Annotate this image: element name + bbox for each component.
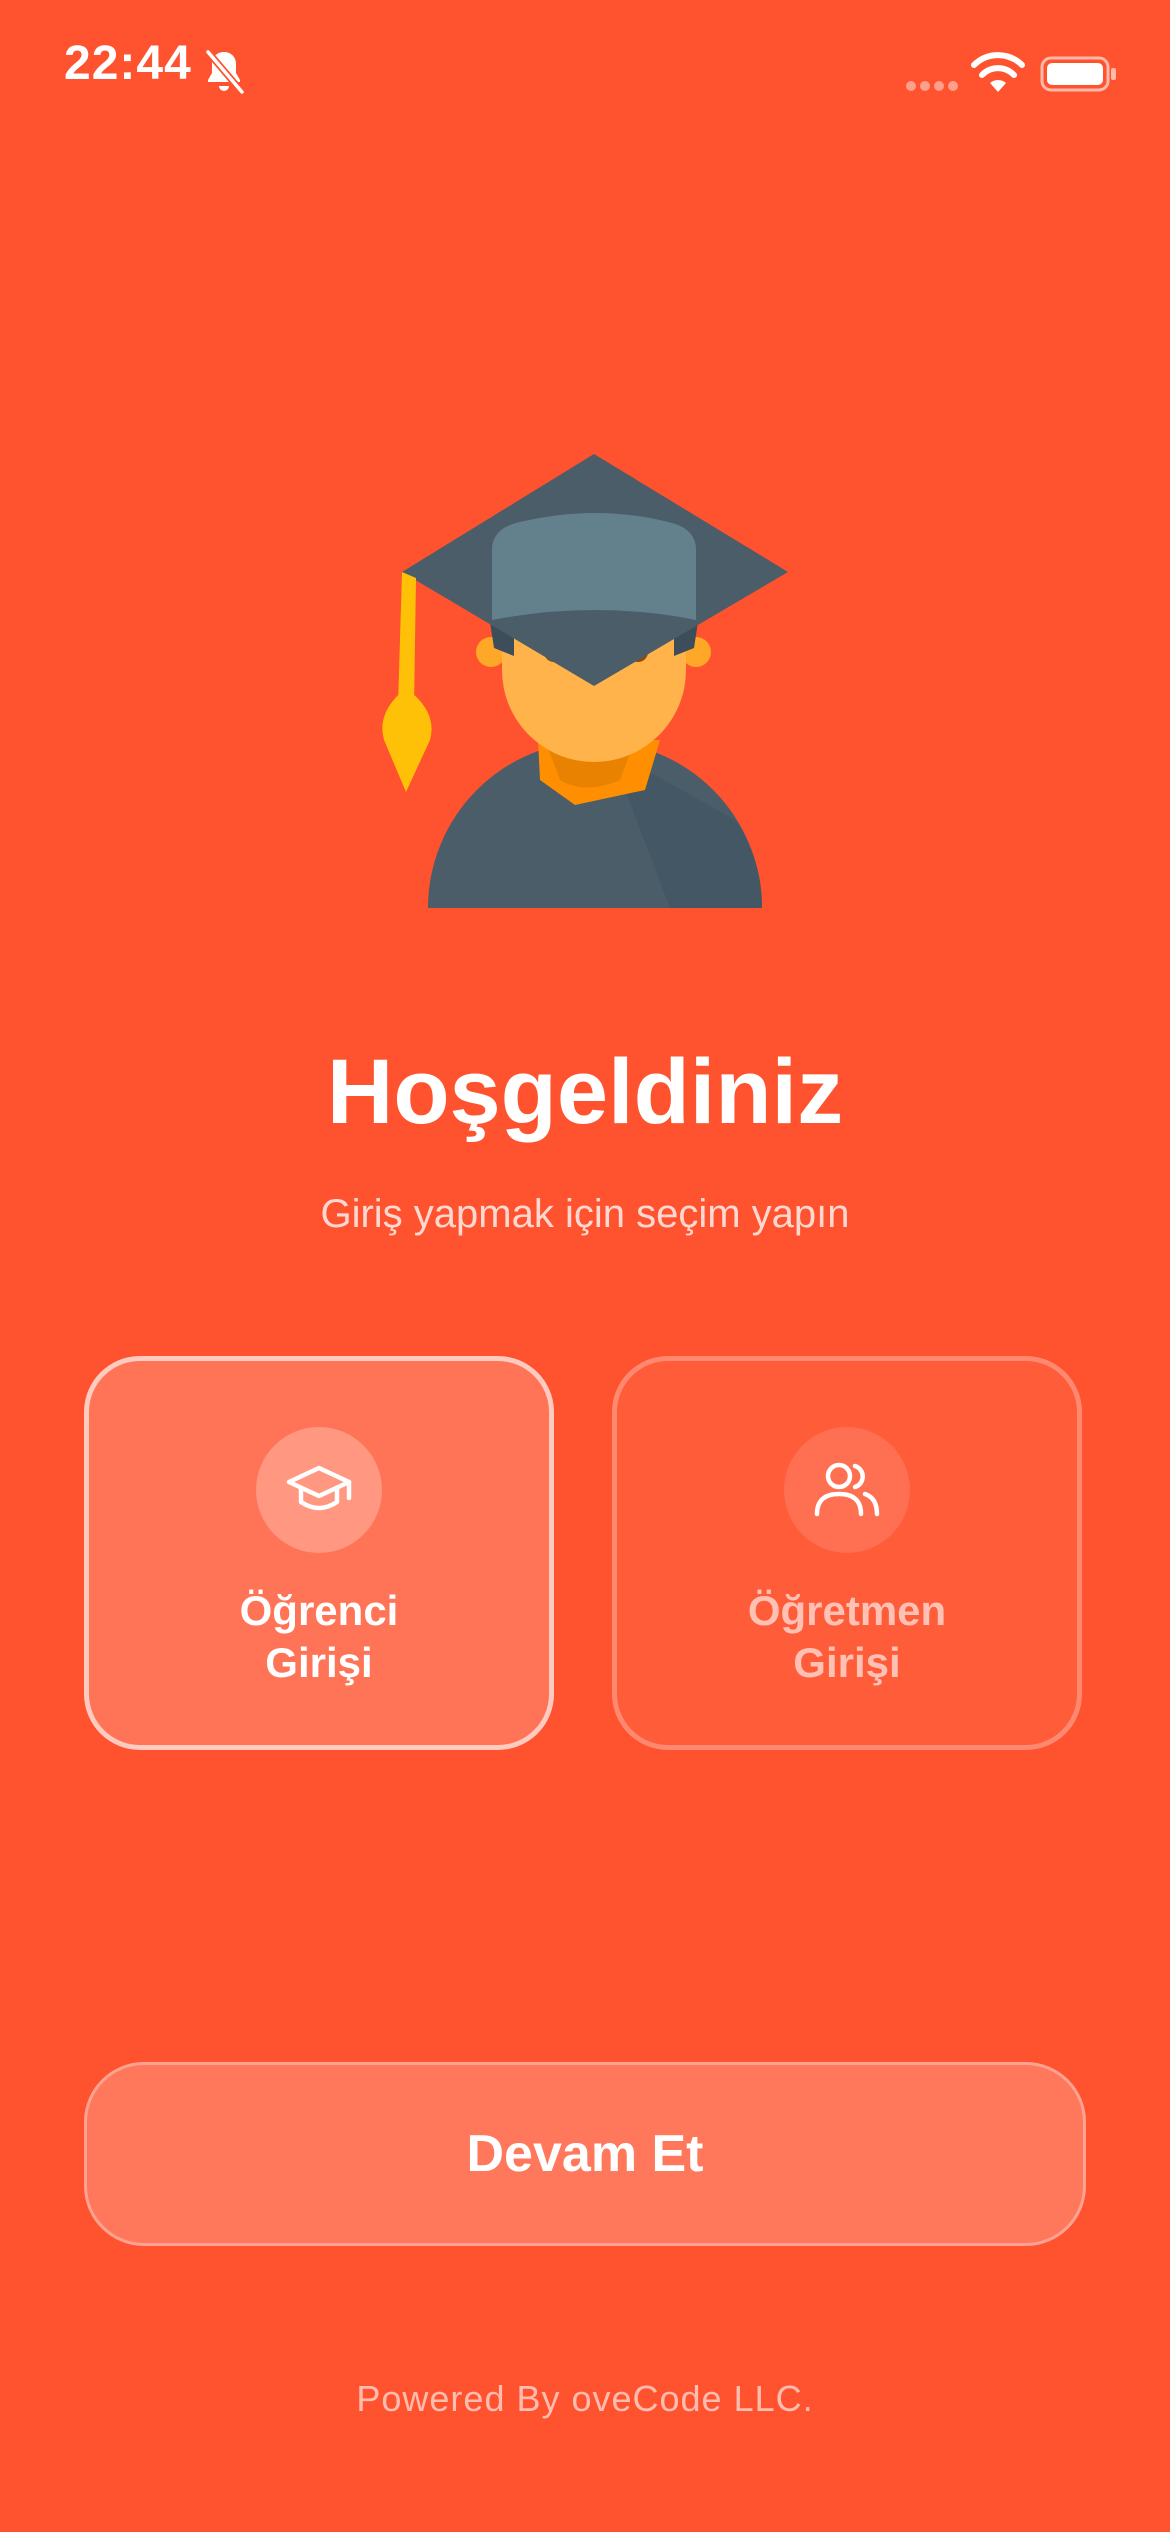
graduate-student-icon xyxy=(382,454,788,908)
student-icon-circle xyxy=(256,1427,382,1553)
teacher-login-label: Öğretmen Girişi xyxy=(617,1585,1077,1689)
status-bar: 22:44 xyxy=(0,0,1170,150)
continue-button[interactable]: Devam Et xyxy=(84,2062,1086,2246)
teacher-icon-circle xyxy=(784,1427,910,1553)
student-login-label: Öğrenci Girişi xyxy=(89,1585,549,1689)
welcome-title: Hoşgeldiniz xyxy=(326,1041,844,1143)
battery-icon xyxy=(1040,56,1116,92)
welcome-subtitle: Giriş yapmak için seçim yapın xyxy=(320,1192,850,1236)
student-label-line2: Girişi xyxy=(265,1639,373,1686)
teacher-label-line2: Girişi xyxy=(793,1639,901,1686)
graduation-cap-icon xyxy=(286,1465,352,1511)
wifi-icon xyxy=(971,52,1025,92)
bell-slash-icon xyxy=(205,49,245,94)
footer-powered-by: Powered By oveCode LLC. xyxy=(356,2378,814,2419)
student-login-card[interactable]: Öğrenci Girişi xyxy=(84,1356,554,1750)
status-time: 22:44 xyxy=(64,37,192,90)
cellular-signal-icon xyxy=(906,81,958,91)
teacher-label-line1: Öğretmen xyxy=(747,1587,947,1634)
teacher-login-card[interactable]: Öğretmen Girişi xyxy=(612,1356,1082,1750)
student-label-line1: Öğrenci xyxy=(239,1587,399,1634)
users-icon xyxy=(814,1462,880,1517)
